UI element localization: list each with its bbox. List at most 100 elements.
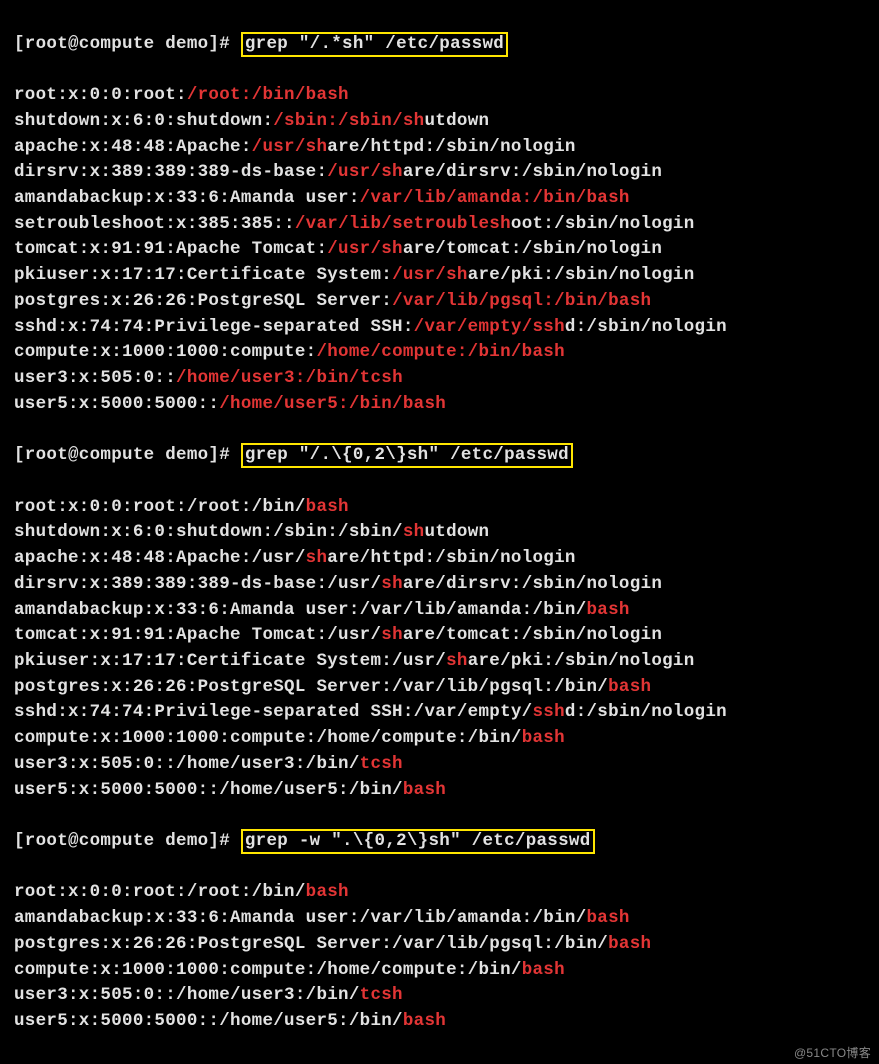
- prompt-line-2: [root@compute demo]# grep "/.\{0,2\}sh" …: [14, 443, 875, 469]
- output-line: user5:x:5000:5000::/home/user5:/bin/bash: [14, 392, 875, 418]
- output-text: tomcat:x:91:91:Apache Tomcat:: [14, 239, 327, 259]
- output-line: setroubleshoot:x:385:385::/var/lib/setro…: [14, 212, 875, 238]
- output-text: user5:x:5000:5000::/home/user5:/bin/: [14, 780, 403, 800]
- output-text: compute:x:1000:1000:compute:/home/comput…: [14, 728, 522, 748]
- output-line: postgres:x:26:26:PostgreSQL Server:/var/…: [14, 675, 875, 701]
- grep-match-highlight: /usr/sh: [327, 239, 403, 259]
- output-text: root:x:0:0:root:: [14, 85, 187, 105]
- output-line: dirsrv:x:389:389:389-ds-base:/usr/share/…: [14, 572, 875, 598]
- grep-match-highlight: /usr/sh: [252, 137, 328, 157]
- grep-match-highlight: sh: [403, 522, 425, 542]
- grep-match-highlight: tcsh: [360, 754, 403, 774]
- output-line: amandabackup:x:33:6:Amanda user:/var/lib…: [14, 186, 875, 212]
- output-text: setroubleshoot:x:385:385::: [14, 214, 295, 234]
- output-line: shutdown:x:6:0:shutdown:/sbin:/sbin/shut…: [14, 109, 875, 135]
- output-text: oot:/sbin/nologin: [511, 214, 695, 234]
- output-text: user3:x:505:0::/home/user3:/bin/: [14, 985, 360, 1005]
- grep-match-highlight: bash: [522, 728, 565, 748]
- output-line: amandabackup:x:33:6:Amanda user:/var/lib…: [14, 598, 875, 624]
- terminal-output: [root@compute demo]# grep "/.*sh" /etc/p…: [0, 0, 879, 1064]
- output-text: are/tomcat:/sbin/nologin: [403, 625, 662, 645]
- output-text: compute:x:1000:1000:compute:/home/comput…: [14, 960, 522, 980]
- output-text: are/tomcat:/sbin/nologin: [403, 239, 662, 259]
- output-line: shutdown:x:6:0:shutdown:/sbin:/sbin/shut…: [14, 520, 875, 546]
- output-line: user3:x:505:0::/home/user3:/bin/tcsh: [14, 983, 875, 1009]
- grep-match-highlight: tcsh: [360, 985, 403, 1005]
- output-text: sshd:x:74:74:Privilege-separated SSH:: [14, 317, 414, 337]
- output-line: compute:x:1000:1000:compute:/home/comput…: [14, 958, 875, 984]
- output-line: compute:x:1000:1000:compute:/home/comput…: [14, 340, 875, 366]
- output-text: are/httpd:/sbin/nologin: [327, 137, 575, 157]
- grep-match-highlight: /home/compute:/bin/bash: [316, 342, 564, 362]
- highlighted-command-2: grep "/.\{0,2\}sh" /etc/passwd: [241, 443, 573, 468]
- shell-prompt: [root@compute demo]#: [14, 831, 241, 851]
- output-line: sshd:x:74:74:Privilege-separated SSH:/va…: [14, 700, 875, 726]
- output-text: pkiuser:x:17:17:Certificate System:: [14, 265, 392, 285]
- output-line: user5:x:5000:5000::/home/user5:/bin/bash: [14, 1009, 875, 1035]
- output-text: apache:x:48:48:Apache:/usr/: [14, 548, 306, 568]
- output-text: compute:x:1000:1000:compute:: [14, 342, 316, 362]
- output-text: root:x:0:0:root:/root:/bin/: [14, 497, 306, 517]
- output-line: postgres:x:26:26:PostgreSQL Server:/var/…: [14, 932, 875, 958]
- grep-match-highlight: /home/user5:/bin/bash: [219, 394, 446, 414]
- output-text: are/httpd:/sbin/nologin: [327, 548, 575, 568]
- output-text: dirsrv:x:389:389:389-ds-base:: [14, 162, 327, 182]
- output-text: user3:x:505:0::: [14, 368, 176, 388]
- output-text: postgres:x:26:26:PostgreSQL Server:: [14, 291, 392, 311]
- output-text: dirsrv:x:389:389:389-ds-base:/usr/: [14, 574, 381, 594]
- grep-match-highlight: /var/empty/ssh: [414, 317, 565, 337]
- grep-match-highlight: sh: [381, 574, 403, 594]
- grep-match-highlight: /usr/sh: [392, 265, 468, 285]
- grep-match-highlight: bash: [403, 780, 446, 800]
- output-text: d:/sbin/nologin: [565, 702, 727, 722]
- output-text: user5:x:5000:5000::: [14, 394, 219, 414]
- output-text: are/dirsrv:/sbin/nologin: [403, 162, 662, 182]
- output-text: shutdown:x:6:0:shutdown:/sbin:/sbin/: [14, 522, 403, 542]
- output-line: sshd:x:74:74:Privilege-separated SSH:/va…: [14, 315, 875, 341]
- output-line: root:x:0:0:root:/root:/bin/bash: [14, 495, 875, 521]
- output-text: shutdown:x:6:0:shutdown:: [14, 111, 273, 131]
- output-text: utdown: [424, 111, 489, 131]
- output-line: dirsrv:x:389:389:389-ds-base:/usr/share/…: [14, 160, 875, 186]
- output-line: amandabackup:x:33:6:Amanda user:/var/lib…: [14, 906, 875, 932]
- output-line: root:x:0:0:root:/root:/bin/bash: [14, 83, 875, 109]
- grep-match-highlight: /var/lib/pgsql:/bin/bash: [392, 291, 651, 311]
- output-text: postgres:x:26:26:PostgreSQL Server:/var/…: [14, 677, 608, 697]
- grep-match-highlight: /var/lib/amanda:/bin/bash: [360, 188, 630, 208]
- output-text: utdown: [424, 522, 489, 542]
- highlighted-command-1: grep "/.*sh" /etc/passwd: [241, 32, 508, 57]
- grep-match-highlight: sh: [306, 548, 328, 568]
- prompt-line-3: [root@compute demo]# grep -w ".\{0,2\}sh…: [14, 829, 875, 855]
- output-text: user5:x:5000:5000::/home/user5:/bin/: [14, 1011, 403, 1031]
- output-text: are/pki:/sbin/nologin: [468, 265, 695, 285]
- grep-match-highlight: sh: [446, 651, 468, 671]
- output-line: user3:x:505:0::/home/user3:/bin/tcsh: [14, 366, 875, 392]
- grep-match-highlight: bash: [608, 934, 651, 954]
- output-text: root:x:0:0:root:/root:/bin/: [14, 882, 306, 902]
- output-line: apache:x:48:48:Apache:/usr/share/httpd:/…: [14, 135, 875, 161]
- output-block-1: root:x:0:0:root:/root:/bin/bashshutdown:…: [14, 83, 875, 417]
- output-line: root:x:0:0:root:/root:/bin/bash: [14, 880, 875, 906]
- output-text: amandabackup:x:33:6:Amanda user:/var/lib…: [14, 908, 587, 928]
- highlighted-command-3: grep -w ".\{0,2\}sh" /etc/passwd: [241, 829, 595, 854]
- output-line: tomcat:x:91:91:Apache Tomcat:/usr/share/…: [14, 623, 875, 649]
- grep-match-highlight: sh: [381, 625, 403, 645]
- output-block-3: root:x:0:0:root:/root:/bin/bashamandabac…: [14, 880, 875, 1034]
- output-text: amandabackup:x:33:6:Amanda user:: [14, 188, 360, 208]
- grep-match-highlight: bash: [587, 600, 630, 620]
- output-line: user3:x:505:0::/home/user3:/bin/tcsh: [14, 752, 875, 778]
- output-text: amandabackup:x:33:6:Amanda user:/var/lib…: [14, 600, 587, 620]
- output-line: postgres:x:26:26:PostgreSQL Server:/var/…: [14, 289, 875, 315]
- grep-match-highlight: /var/lib/setroublesh: [295, 214, 511, 234]
- grep-match-highlight: /root:/bin/bash: [187, 85, 349, 105]
- output-line: pkiuser:x:17:17:Certificate System:/usr/…: [14, 649, 875, 675]
- output-line: compute:x:1000:1000:compute:/home/comput…: [14, 726, 875, 752]
- output-line: tomcat:x:91:91:Apache Tomcat:/usr/share/…: [14, 237, 875, 263]
- output-text: pkiuser:x:17:17:Certificate System:/usr/: [14, 651, 446, 671]
- grep-match-highlight: bash: [522, 960, 565, 980]
- output-text: d:/sbin/nologin: [565, 317, 727, 337]
- grep-match-highlight: /home/user3:/bin/tcsh: [176, 368, 403, 388]
- output-text: user3:x:505:0::/home/user3:/bin/: [14, 754, 360, 774]
- grep-match-highlight: /usr/sh: [327, 162, 403, 182]
- output-text: postgres:x:26:26:PostgreSQL Server:/var/…: [14, 934, 608, 954]
